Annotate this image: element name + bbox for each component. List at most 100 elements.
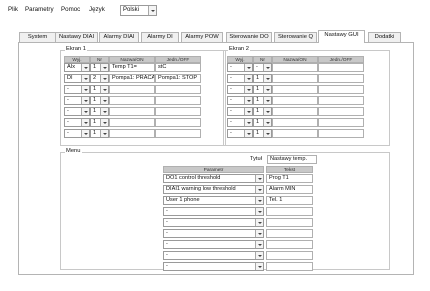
chevron-down-icon[interactable]	[244, 97, 252, 104]
menu-param-select[interactable]: DIAI1 warning low threshold	[163, 185, 264, 194]
menu-param-select[interactable]: User 1 phone	[163, 196, 264, 205]
screen2-number-select[interactable]: 1	[253, 118, 272, 127]
chevron-down-icon[interactable]	[244, 130, 252, 137]
menu-param-select[interactable]: -	[163, 251, 264, 260]
screen1-unit-input[interactable]: stC	[155, 63, 201, 72]
chevron-down-icon[interactable]	[100, 97, 108, 104]
screen1-name-input[interactable]	[109, 85, 155, 94]
screen2-name-input[interactable]	[272, 129, 318, 138]
screen1-number-select[interactable]: 1	[90, 107, 109, 116]
screen2-output-select[interactable]: -	[227, 74, 253, 83]
screen1-number-select[interactable]: 1	[90, 85, 109, 94]
chevron-down-icon[interactable]	[263, 86, 271, 93]
chevron-down-icon[interactable]	[255, 252, 263, 259]
tab-nastawy-diai[interactable]: Nastawy DIAI	[55, 32, 98, 42]
screen2-number-select[interactable]: 1	[253, 129, 272, 138]
menu-text-input[interactable]	[266, 251, 313, 260]
chevron-down-icon[interactable]	[81, 108, 89, 115]
chevron-down-icon[interactable]	[81, 119, 89, 126]
menu-text-input[interactable]	[266, 229, 313, 238]
chevron-down-icon[interactable]	[263, 64, 271, 71]
screen1-unit-input[interactable]	[155, 118, 201, 127]
chevron-down-icon[interactable]	[81, 86, 89, 93]
screen1-unit-input[interactable]	[155, 85, 201, 94]
screen2-name-input[interactable]	[272, 118, 318, 127]
menu-text-input[interactable]	[266, 262, 313, 271]
screen2-name-input[interactable]	[272, 63, 318, 72]
tab-alarmy-diai[interactable]: Alarmy DIAI	[99, 32, 139, 42]
tab-alarmy-di[interactable]: Alarmy DI	[141, 32, 179, 42]
chevron-down-icon[interactable]	[100, 86, 108, 93]
title-input[interactable]: Nastawy temp.	[267, 155, 317, 164]
chevron-down-icon[interactable]	[263, 119, 271, 126]
screen2-unit-input[interactable]	[318, 129, 364, 138]
screen1-number-select[interactable]: 1	[90, 63, 109, 72]
screen2-unit-input[interactable]	[318, 74, 364, 83]
screen1-name-input[interactable]: Temp T1=	[109, 63, 155, 72]
tab-alarmy-pow[interactable]: Alarmy POW	[181, 32, 223, 42]
screen1-unit-input[interactable]	[155, 129, 201, 138]
screen2-unit-input[interactable]	[318, 118, 364, 127]
chevron-down-icon[interactable]	[263, 75, 271, 82]
screen2-output-select[interactable]: -	[227, 85, 253, 94]
chevron-down-icon[interactable]	[255, 175, 263, 182]
screen2-output-select[interactable]: -	[227, 107, 253, 116]
screen2-unit-input[interactable]	[318, 63, 364, 72]
screen1-number-select[interactable]: 2	[90, 74, 109, 83]
chevron-down-icon[interactable]	[100, 75, 108, 82]
chevron-down-icon[interactable]	[100, 119, 108, 126]
chevron-down-icon[interactable]	[244, 108, 252, 115]
screen2-output-select[interactable]: -	[227, 129, 253, 138]
screen1-unit-input[interactable]	[155, 96, 201, 105]
screen1-number-select[interactable]: 1	[90, 118, 109, 127]
chevron-down-icon[interactable]	[255, 263, 263, 270]
screen1-unit-input[interactable]: Pompa1: STOP	[155, 74, 201, 83]
screen2-output-select[interactable]: -	[227, 96, 253, 105]
chevron-down-icon[interactable]	[255, 186, 263, 193]
screen1-output-select[interactable]: -	[64, 118, 90, 127]
screen1-name-input[interactable]	[109, 96, 155, 105]
screen1-output-select[interactable]: -	[64, 129, 90, 138]
screen2-number-select[interactable]: 1	[253, 74, 272, 83]
screen2-name-input[interactable]	[272, 74, 318, 83]
screen1-unit-input[interactable]	[155, 107, 201, 116]
tab-nastawy-gui[interactable]: Nastawy GUI	[318, 30, 365, 43]
screen1-name-input[interactable]: Pompa1: PRACA	[109, 74, 155, 83]
tab-dodatki[interactable]: Dodatki	[368, 32, 401, 42]
screen2-unit-input[interactable]	[318, 85, 364, 94]
screen2-unit-input[interactable]	[318, 107, 364, 116]
language-select[interactable]: Polski	[120, 5, 157, 16]
screen1-output-select[interactable]: -	[64, 107, 90, 116]
chevron-down-icon[interactable]	[148, 6, 156, 15]
chevron-down-icon[interactable]	[263, 97, 271, 104]
screen1-number-select[interactable]: 1	[90, 96, 109, 105]
menu-text-input[interactable]: Alarm MIN	[266, 185, 313, 194]
screen2-output-select[interactable]: -	[227, 118, 253, 127]
chevron-down-icon[interactable]	[244, 64, 252, 71]
screen2-number-select[interactable]: 1	[253, 85, 272, 94]
tab-system[interactable]: System	[19, 32, 56, 42]
screen2-name-input[interactable]	[272, 107, 318, 116]
chevron-down-icon[interactable]	[263, 130, 271, 137]
chevron-down-icon[interactable]	[244, 119, 252, 126]
screen1-name-input[interactable]	[109, 118, 155, 127]
screen1-name-input[interactable]	[109, 107, 155, 116]
tab-sterowanie-q[interactable]: Sterowanie Q	[274, 32, 317, 42]
screen1-name-input[interactable]	[109, 129, 155, 138]
menu-param-select[interactable]: -	[163, 240, 264, 249]
chevron-down-icon[interactable]	[255, 208, 263, 215]
screen2-output-select[interactable]: -	[227, 63, 253, 72]
chevron-down-icon[interactable]	[81, 64, 89, 71]
screen1-output-select[interactable]: AIx	[64, 63, 90, 72]
menu-param-select[interactable]: -	[163, 218, 264, 227]
menu-text-input[interactable]: Prog T1	[266, 174, 313, 183]
screen2-name-input[interactable]	[272, 96, 318, 105]
screen2-unit-input[interactable]	[318, 96, 364, 105]
chevron-down-icon[interactable]	[81, 130, 89, 137]
chevron-down-icon[interactable]	[100, 64, 108, 71]
menu-plik[interactable]: Plik	[8, 6, 18, 13]
menu-jezyk[interactable]: Język	[89, 6, 105, 13]
screen1-output-select[interactable]: -	[64, 96, 90, 105]
menu-text-input[interactable]	[266, 207, 313, 216]
chevron-down-icon[interactable]	[81, 97, 89, 104]
